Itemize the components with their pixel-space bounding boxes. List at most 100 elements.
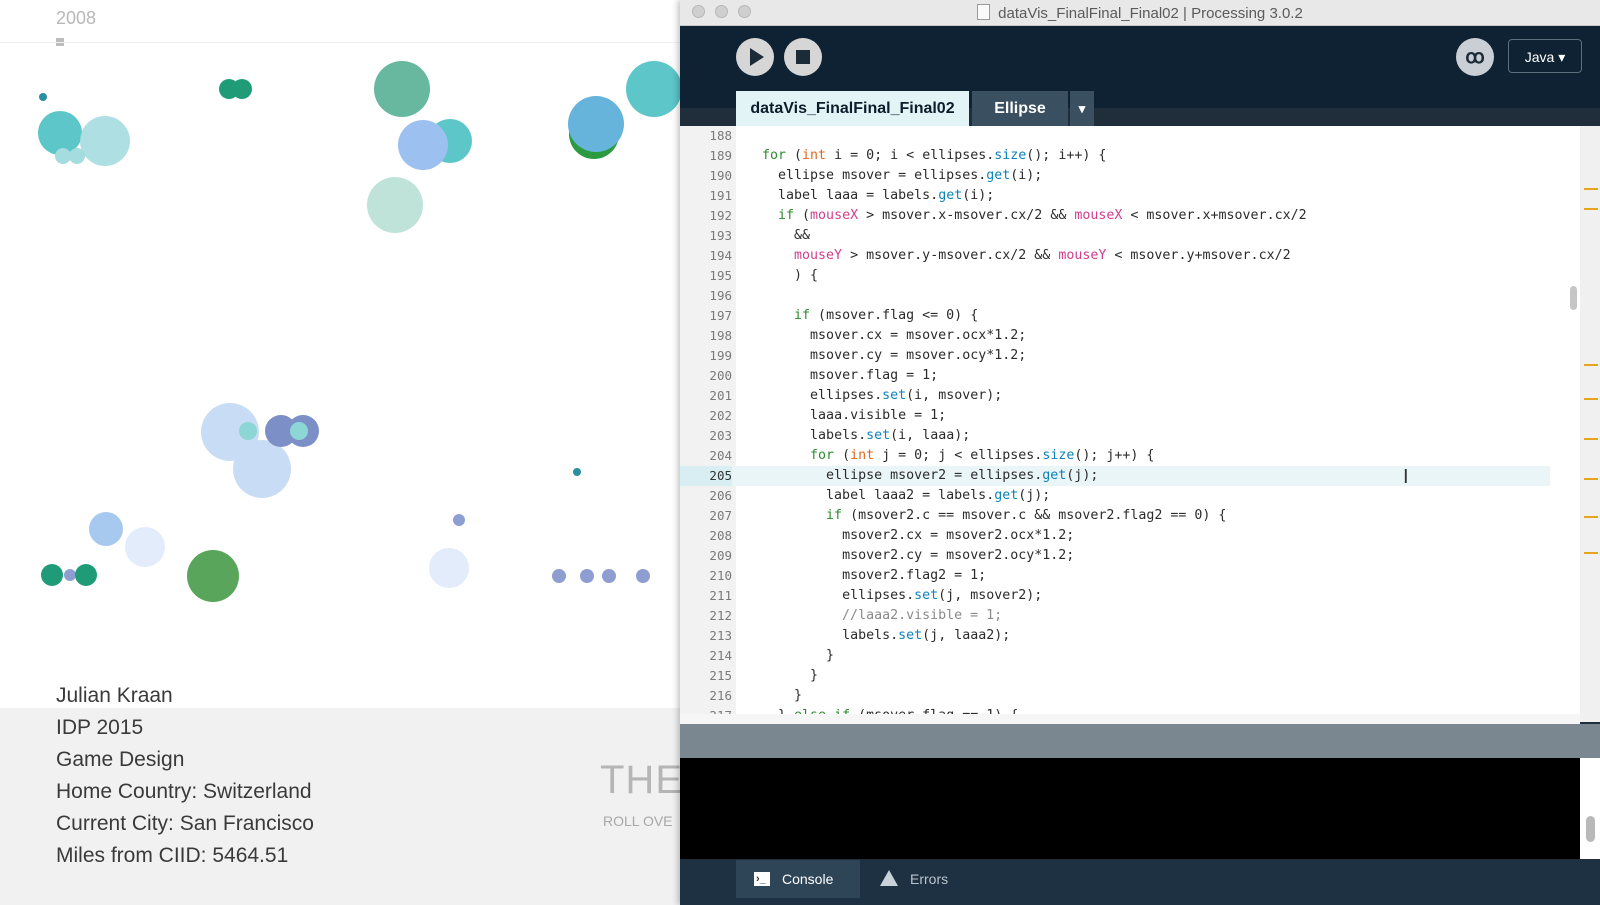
code-text[interactable]: mouseY > msover.y-msover.cx/2 && mouseY … <box>762 246 1291 266</box>
code-line[interactable]: 190 ellipse msover = ellipses.get(i); <box>680 166 1550 186</box>
bubble[interactable] <box>626 61 680 117</box>
bubble-chart[interactable] <box>0 0 680 700</box>
marker[interactable] <box>1584 478 1598 480</box>
marker[interactable] <box>1584 208 1598 210</box>
code-text[interactable]: && <box>762 226 810 246</box>
bubble[interactable] <box>453 514 465 526</box>
bubble[interactable] <box>233 440 291 498</box>
code-text[interactable]: label laaa2 = labels.get(j); <box>762 486 1050 506</box>
bubble[interactable] <box>41 564 63 586</box>
code-line[interactable]: 212 //laaa2.visible = 1; <box>680 606 1550 626</box>
code-text[interactable]: ellipses.set(i, msover); <box>762 386 1002 406</box>
code-text[interactable]: ellipse msover = ellipses.get(i); <box>762 166 1042 186</box>
window-titlebar[interactable]: dataVis_FinalFinal_Final02 | Processing … <box>680 0 1600 26</box>
bubble[interactable] <box>232 79 252 99</box>
bubble[interactable] <box>239 422 257 440</box>
code-line[interactable]: 214 } <box>680 646 1550 666</box>
bubble[interactable] <box>89 512 123 546</box>
status-divider[interactable] <box>680 724 1600 758</box>
code-line[interactable]: 204 for (int j = 0; j < ellipses.size();… <box>680 446 1550 466</box>
code-line[interactable]: 210 msover2.flag2 = 1; <box>680 566 1550 586</box>
code-line[interactable]: 193 && <box>680 226 1550 246</box>
code-text[interactable]: } <box>762 686 802 706</box>
code-text[interactable]: //laaa2.visible = 1; <box>762 606 1002 626</box>
code-line[interactable]: 213 labels.set(j, laaa2); <box>680 626 1550 646</box>
code-line[interactable]: 215 } <box>680 666 1550 686</box>
code-line[interactable]: 200 msover.flag = 1; <box>680 366 1550 386</box>
bubble[interactable] <box>290 422 308 440</box>
code-line[interactable]: 207 if (msover2.c == msover.c && msover2… <box>680 506 1550 526</box>
bubble[interactable] <box>636 569 650 583</box>
tab-main-sketch[interactable]: dataVis_FinalFinal_Final02 <box>736 91 969 126</box>
code-line[interactable]: 197 if (msover.flag <= 0) { <box>680 306 1550 326</box>
bubble[interactable] <box>187 550 239 602</box>
code-text[interactable]: if (msover.flag <= 0) { <box>762 306 978 326</box>
code-text[interactable]: msover2.cx = msover2.ocx*1.2; <box>762 526 1074 546</box>
code-line[interactable]: 189 for (int i = 0; i < ellipses.size(); … <box>680 146 1550 166</box>
code-line[interactable]: 211 ellipses.set(j, msover2); <box>680 586 1550 606</box>
code-text[interactable]: msover.flag = 1; <box>762 366 938 386</box>
code-line[interactable]: 203 labels.set(i, laaa); <box>680 426 1550 446</box>
console-output[interactable] <box>680 758 1600 859</box>
run-button[interactable] <box>736 38 774 76</box>
code-text[interactable]: if (msover2.c == msover.c && msover2.fla… <box>762 506 1226 526</box>
editor-vertical-scrollbar[interactable] <box>1568 126 1580 722</box>
code-text[interactable]: msover2.cy = msover2.ocy*1.2; <box>762 546 1074 566</box>
code-line[interactable]: 206 label laaa2 = labels.get(j); <box>680 486 1550 506</box>
code-line[interactable]: 194 mouseY > msover.y-msover.cx/2 && mou… <box>680 246 1550 266</box>
code-text[interactable]: msover.cx = msover.ocx*1.2; <box>762 326 1026 346</box>
sketch-canvas[interactable]: 2008 Julian Kraan IDP 2015 Game Design H… <box>0 0 680 905</box>
code-text[interactable]: label laaa = labels.get(i); <box>762 186 994 206</box>
console-scroll-thumb[interactable] <box>1586 816 1595 842</box>
bubble[interactable] <box>552 569 566 583</box>
errors-tab[interactable]: Errors <box>862 860 972 898</box>
bubble[interactable] <box>75 564 97 586</box>
bubble[interactable] <box>64 569 76 581</box>
code-line[interactable]: 208 msover2.cx = msover2.ocx*1.2; <box>680 526 1550 546</box>
bubble[interactable] <box>573 468 581 476</box>
tab-ellipse[interactable]: Ellipse <box>972 91 1068 126</box>
editor-horizontal-scrollbar[interactable] <box>680 714 1580 724</box>
bubble[interactable] <box>125 527 165 567</box>
tab-menu-button[interactable]: ▾ <box>1070 91 1094 126</box>
code-line[interactable]: 191 label laaa = labels.get(i); <box>680 186 1550 206</box>
code-line[interactable]: 209 msover2.cy = msover2.ocy*1.2; <box>680 546 1550 566</box>
bubble[interactable] <box>429 548 469 588</box>
marker[interactable] <box>1584 398 1598 400</box>
marker[interactable] <box>1584 552 1598 554</box>
marker[interactable] <box>1584 188 1598 190</box>
debug-button[interactable]: ꚙ <box>1456 38 1494 76</box>
marker[interactable] <box>1584 438 1598 440</box>
code-line[interactable]: 201 ellipses.set(i, msover); <box>680 386 1550 406</box>
code-line[interactable]: 198 msover.cx = msover.ocx*1.2; <box>680 326 1550 346</box>
code-text[interactable]: for (int j = 0; j < ellipses.size(); j++… <box>762 446 1154 466</box>
code-text[interactable]: ellipse msover2 = ellipses.get(j); <box>762 466 1098 486</box>
code-text[interactable]: } <box>762 666 818 686</box>
marker[interactable] <box>1584 364 1598 366</box>
code-text[interactable]: for (int i = 0; i < ellipses.size(); i++… <box>762 146 1106 166</box>
code-editor[interactable]: 188 189 for (int i = 0; i < ellipses.size(… <box>680 126 1600 722</box>
code-text[interactable]: ) { <box>762 266 818 286</box>
code-line[interactable]: 196 <box>680 286 1550 306</box>
console-tab[interactable]: Console <box>736 860 860 898</box>
bubble[interactable] <box>80 116 130 166</box>
bubble[interactable] <box>374 61 430 117</box>
bubble[interactable] <box>367 177 423 233</box>
code-line[interactable]: 195 ) { <box>680 266 1550 286</box>
code-text[interactable]: if (mouseX > msover.x-msover.cx/2 && mou… <box>762 206 1307 226</box>
code-line[interactable]: 192 if (mouseX > msover.x-msover.cx/2 &&… <box>680 206 1550 226</box>
code-line[interactable]: 216 } <box>680 686 1550 706</box>
code-line[interactable]: 199 msover.cy = msover.ocy*1.2; <box>680 346 1550 366</box>
code-text[interactable]: labels.set(j, laaa2); <box>762 626 1010 646</box>
code-text[interactable]: } <box>762 646 834 666</box>
bubble[interactable] <box>39 93 47 101</box>
editor-scroll-thumb[interactable] <box>1570 286 1577 310</box>
console-scrollbar[interactable] <box>1580 758 1600 859</box>
bubble[interactable] <box>568 96 624 152</box>
bubble[interactable] <box>602 569 616 583</box>
code-text[interactable]: msover.cy = msover.ocy*1.2; <box>762 346 1026 366</box>
code-text[interactable]: laaa.visible = 1; <box>762 406 946 426</box>
code-text[interactable]: ellipses.set(j, msover2); <box>762 586 1042 606</box>
code-line[interactable]: 205 ellipse msover2 = ellipses.get(j); <box>680 466 1550 486</box>
bubble[interactable] <box>69 148 85 164</box>
